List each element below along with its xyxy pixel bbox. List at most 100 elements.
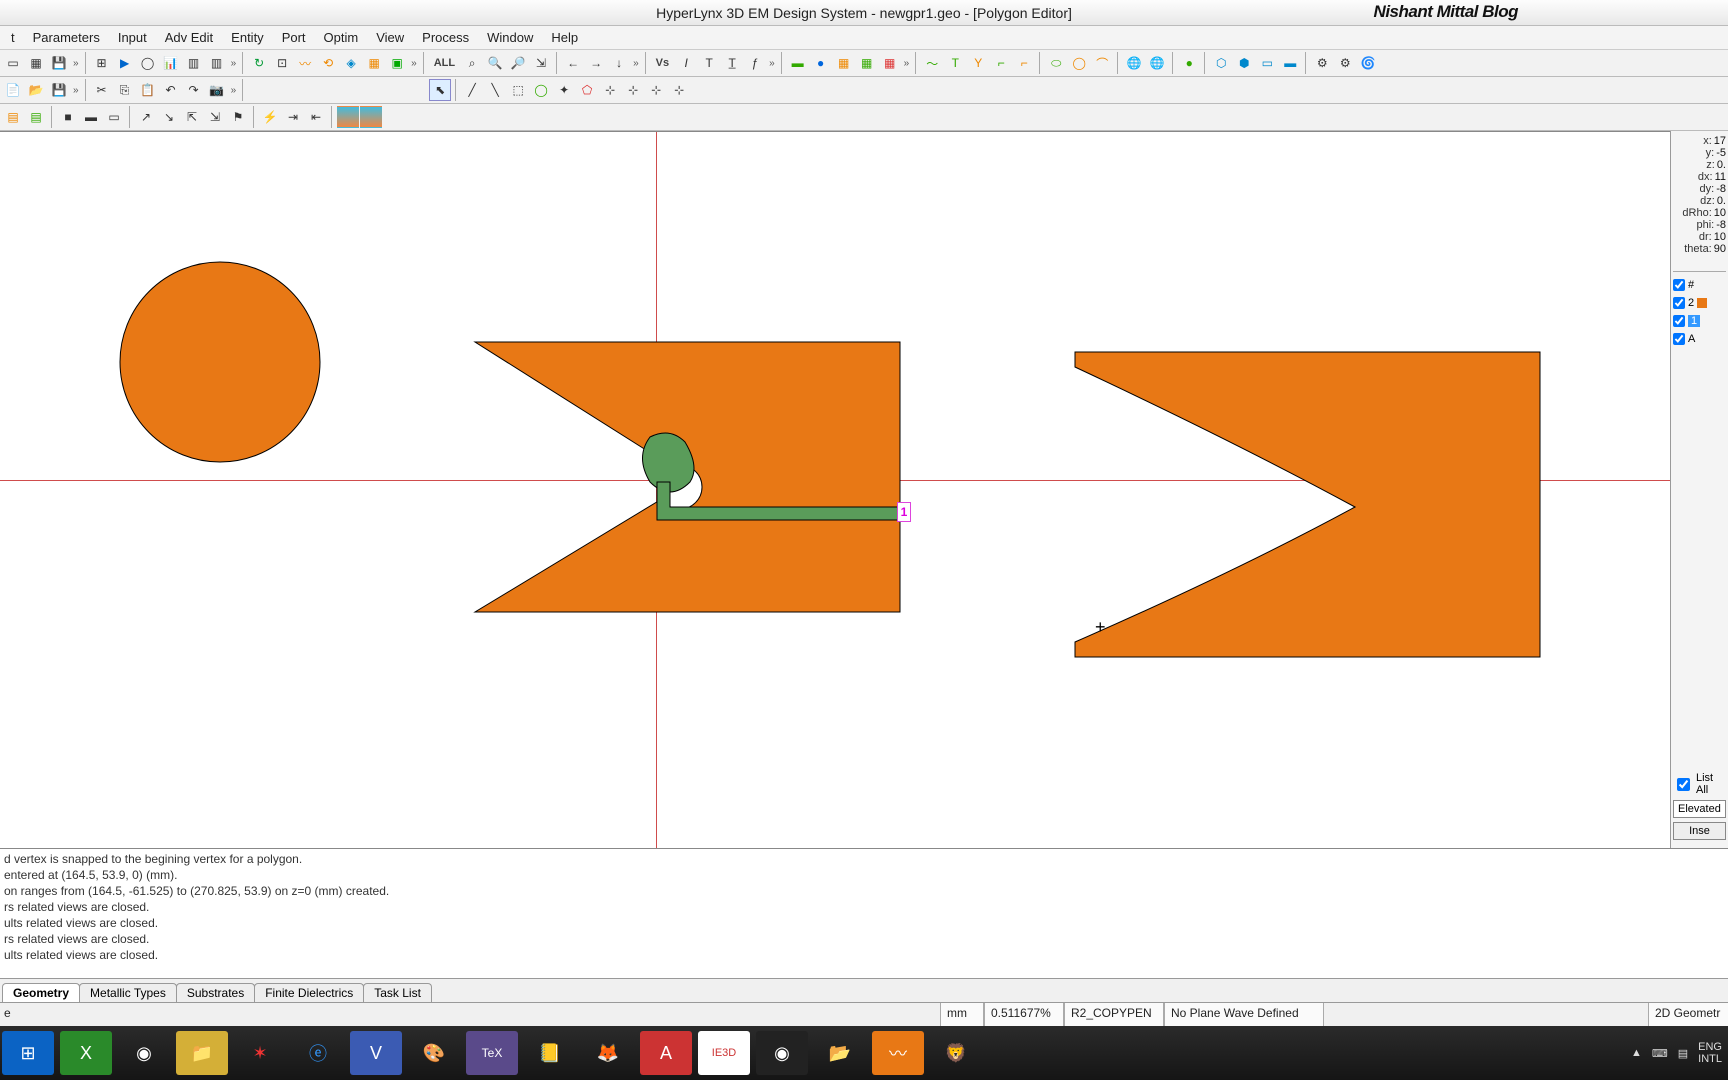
tray-up-icon[interactable]: ▲ [1631, 1047, 1642, 1059]
geometry-antenna-left[interactable] [475, 342, 915, 632]
menu-t[interactable]: t [2, 30, 24, 45]
taskbar-ie-icon[interactable]: ⓔ [292, 1031, 344, 1075]
tool-bend-icon[interactable]: ⌐ [1013, 52, 1035, 74]
tab-geometry[interactable]: Geometry [2, 983, 80, 1002]
tool-save-icon[interactable]: 💾 [48, 52, 70, 74]
taskbar-visio-icon[interactable]: V [350, 1031, 402, 1075]
tool-wand-icon[interactable]: ✦ [553, 79, 575, 101]
tool-edit3-icon[interactable]: ⇱ [181, 106, 203, 128]
tool-arc-icon[interactable]: ⌒ [1091, 52, 1113, 74]
tool-italic-icon[interactable]: I [675, 52, 697, 74]
tool-step-icon[interactable]: ⇥ [282, 106, 304, 128]
overflow-icon[interactable]: » [229, 85, 239, 96]
overflow-icon[interactable]: » [71, 58, 81, 69]
taskbar-app2-icon[interactable]: 🦁 [930, 1031, 982, 1075]
tool-oval-icon[interactable]: ⬭ [1045, 52, 1067, 74]
taskbar-notes-icon[interactable]: 📒 [524, 1031, 576, 1075]
tool-line2-icon[interactable]: ╲ [484, 79, 506, 101]
tool-zoom-window-icon[interactable]: ⌕ [461, 52, 483, 74]
port-marker-1[interactable]: 1 [897, 502, 911, 522]
taskbar-excel-icon[interactable]: X [60, 1031, 112, 1075]
tool-ring-icon[interactable]: ◯ [1068, 52, 1090, 74]
tool-save2-icon[interactable]: 💾 [48, 79, 70, 101]
taskbar-obs-icon[interactable]: ◉ [756, 1031, 808, 1075]
menu-parameters[interactable]: Parameters [24, 30, 109, 45]
taskbar-acrobat-icon[interactable]: A [640, 1031, 692, 1075]
menu-adv-edit[interactable]: Adv Edit [156, 30, 222, 45]
tool-snap4-icon[interactable]: ⊹ [668, 79, 690, 101]
tool-grid-icon[interactable]: ⊞ [91, 52, 113, 74]
tool-script-icon[interactable]: ƒ [744, 52, 766, 74]
overflow-icon[interactable]: » [71, 85, 81, 96]
menu-input[interactable]: Input [109, 30, 156, 45]
geometry-antenna-right[interactable] [1075, 352, 1545, 662]
overflow-icon[interactable]: » [902, 58, 912, 69]
tool-doc-icon[interactable]: 📄 [2, 79, 24, 101]
tab-task-list[interactable]: Task List [363, 983, 432, 1002]
taskbar-chrome-icon[interactable]: ◉ [118, 1031, 170, 1075]
tool-wave1-icon[interactable]: 〜 [921, 52, 943, 74]
tab-substrates[interactable]: Substrates [176, 983, 255, 1002]
tool-loop-icon[interactable]: ⟲ [317, 52, 339, 74]
taskbar-hyperlynx-icon[interactable]: 〰 [872, 1031, 924, 1075]
tool-stack1-icon[interactable]: . [337, 106, 359, 128]
tool-fit-icon[interactable]: ⇲ [530, 52, 552, 74]
tool-columns-icon[interactable]: ▥ [206, 52, 228, 74]
taskbar-tex-icon[interactable]: TeX [466, 1031, 518, 1075]
tool-bolt-icon[interactable]: ⚡ [259, 106, 281, 128]
tool-edit2-icon[interactable]: ↘ [158, 106, 180, 128]
insert-button[interactable]: Inse [1673, 822, 1726, 840]
tool-step2-icon[interactable]: ⇤ [305, 106, 327, 128]
tool-spiral-icon[interactable]: 🌀 [1357, 52, 1379, 74]
layer-header-check[interactable] [1673, 279, 1685, 291]
tool-hex2-icon[interactable]: ⬢ [1233, 52, 1255, 74]
layer-row-2[interactable]: 2 [1673, 294, 1726, 312]
geometry-circle[interactable] [115, 257, 325, 467]
tool-vs-button[interactable]: Vs [651, 52, 674, 74]
tool-pointer-icon[interactable]: ⬉ [429, 79, 451, 101]
tool-sq1-icon[interactable]: ■ [57, 106, 79, 128]
tool-sphere-icon[interactable]: ● [1178, 52, 1200, 74]
tool-camera-icon[interactable]: 📷 [206, 79, 228, 101]
overflow-icon[interactable]: » [229, 58, 239, 69]
tool-zoom-out-icon[interactable]: 🔎 [507, 52, 529, 74]
tool-cut-icon[interactable]: ✂ [91, 79, 113, 101]
tool-open2-icon[interactable]: 📂 [25, 79, 47, 101]
tray-keyboard-icon[interactable]: ⌨ [1652, 1047, 1668, 1060]
layer-row-a[interactable]: A [1673, 330, 1726, 348]
taskbar-start-icon[interactable]: ⊞ [2, 1031, 54, 1075]
tool-edit1-icon[interactable]: ↗ [135, 106, 157, 128]
tool-refresh-icon[interactable]: ↻ [248, 52, 270, 74]
layer-row-1[interactable]: 1 [1673, 312, 1726, 330]
layer-2-check[interactable] [1673, 297, 1685, 309]
tool-plot-icon[interactable]: 📊 [160, 52, 182, 74]
tool-run-icon[interactable]: ▶ [114, 52, 136, 74]
canvas-area[interactable]: 1 + [0, 131, 1670, 848]
tool-gear-icon[interactable]: ⚙ [1311, 52, 1333, 74]
tab-metallic-types[interactable]: Metallic Types [79, 983, 177, 1002]
overflow-icon[interactable]: » [767, 58, 777, 69]
tool-paste-icon[interactable]: 📋 [137, 79, 159, 101]
menu-process[interactable]: Process [413, 30, 478, 45]
tool-globe2-icon[interactable]: 🌐 [1146, 52, 1168, 74]
tool-mesh-icon[interactable]: ▦ [363, 52, 385, 74]
tool-layers-icon[interactable]: ▤ [2, 106, 24, 128]
tool-select-circ-icon[interactable]: ◯ [530, 79, 552, 101]
layer-1-check[interactable] [1673, 315, 1685, 327]
tool-window-icon[interactable]: ⊡ [271, 52, 293, 74]
tool-text-icon[interactable]: T [698, 52, 720, 74]
tool-copy-icon[interactable]: ⎘ [114, 79, 136, 101]
taskbar-explorer-icon[interactable]: 📂 [814, 1031, 866, 1075]
tool-layer2-icon[interactable]: ● [810, 52, 832, 74]
tool-rect-icon[interactable]: ▭ [1256, 52, 1278, 74]
menu-view[interactable]: View [367, 30, 413, 45]
tool-rect2-icon[interactable]: ▬ [1279, 52, 1301, 74]
menu-window[interactable]: Window [478, 30, 542, 45]
mode-select[interactable]: Elevated [1673, 800, 1726, 818]
tool-layer4-icon[interactable]: ▦ [856, 52, 878, 74]
layer-a-check[interactable] [1673, 333, 1685, 345]
tool-arrow-left-icon[interactable]: ← [562, 52, 584, 74]
tray-action-icon[interactable]: ▤ [1678, 1047, 1688, 1060]
list-all-check[interactable] [1677, 778, 1690, 791]
tool-field-icon[interactable]: ▣ [386, 52, 408, 74]
